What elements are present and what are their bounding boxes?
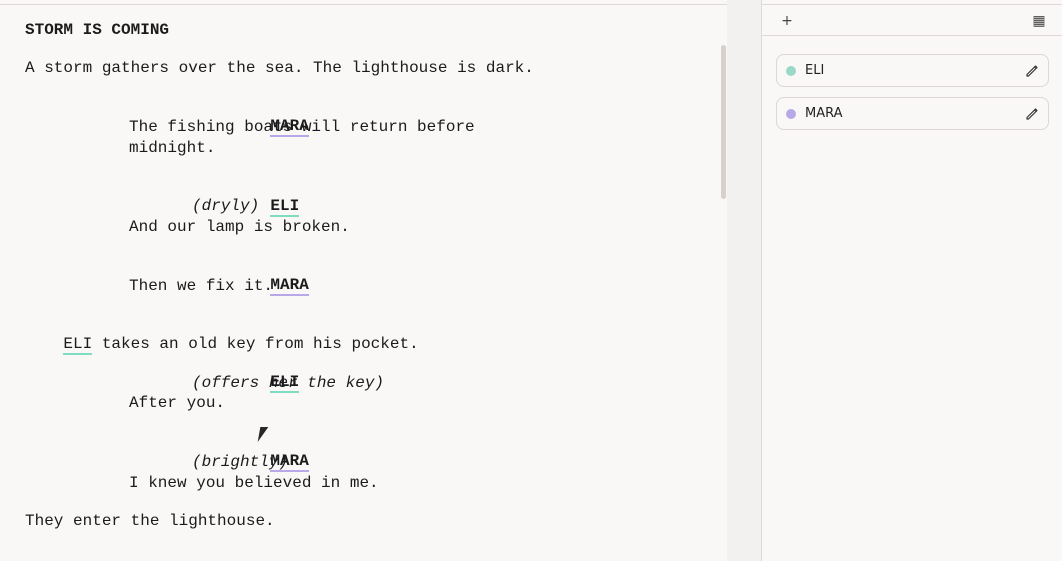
characters-sidebar: + ▦ ELI MARA — [761, 0, 1062, 561]
pencil-icon[interactable] — [1024, 106, 1040, 122]
dialogue-line[interactable]: After you. — [129, 393, 225, 413]
character-name-mara[interactable]: MARA — [270, 276, 309, 296]
dialogue-line[interactable]: Then we fix it. — [129, 276, 273, 296]
editor-top-border — [0, 4, 727, 5]
editor-gutter — [727, 0, 761, 561]
sidebar-toolbar: + ▦ — [762, 4, 1062, 36]
character-color-dot — [786, 66, 796, 76]
character-color-dot — [786, 109, 796, 119]
character-card-label: ELI — [805, 63, 825, 78]
dialogue-line[interactable]: The fishing boats will return before — [129, 117, 475, 137]
parenthetical[interactable]: (offers her the key) — [192, 373, 384, 393]
character-name-eli[interactable]: ELI — [270, 197, 300, 217]
plus-icon[interactable]: + — [778, 12, 796, 30]
pencil-icon[interactable] — [1024, 63, 1040, 79]
grid-icon[interactable]: ▦ — [1030, 12, 1048, 30]
character-card-mara[interactable]: MARA — [776, 97, 1049, 130]
character-mention-eli[interactable]: ELI — [63, 335, 93, 355]
action-line[interactable]: ELI takes an old key from his pocket. — [25, 314, 419, 374]
action-line[interactable]: They enter the lighthouse. — [25, 511, 275, 531]
action-text: takes an old key from his pocket. — [92, 335, 419, 353]
character-card-eli[interactable]: ELI — [776, 54, 1049, 87]
parenthetical[interactable]: (dryly) — [192, 196, 259, 216]
dialogue-line[interactable]: And our lamp is broken. — [129, 217, 350, 237]
character-card-label: MARA — [805, 106, 843, 121]
dialogue-line[interactable]: I knew you believed in me. — [129, 473, 379, 493]
editor-scrollbar-thumb[interactable] — [721, 45, 726, 199]
scene-heading[interactable]: STORM IS COMING — [25, 20, 169, 40]
script-editor[interactable]: STORM IS COMING A storm gathers over the… — [0, 0, 727, 561]
character-list: ELI MARA — [776, 54, 1050, 140]
action-line[interactable]: A storm gathers over the sea. The lighth… — [25, 58, 534, 78]
dialogue-line[interactable]: midnight. — [129, 138, 215, 158]
parenthetical[interactable]: (brightly) — [192, 452, 288, 472]
